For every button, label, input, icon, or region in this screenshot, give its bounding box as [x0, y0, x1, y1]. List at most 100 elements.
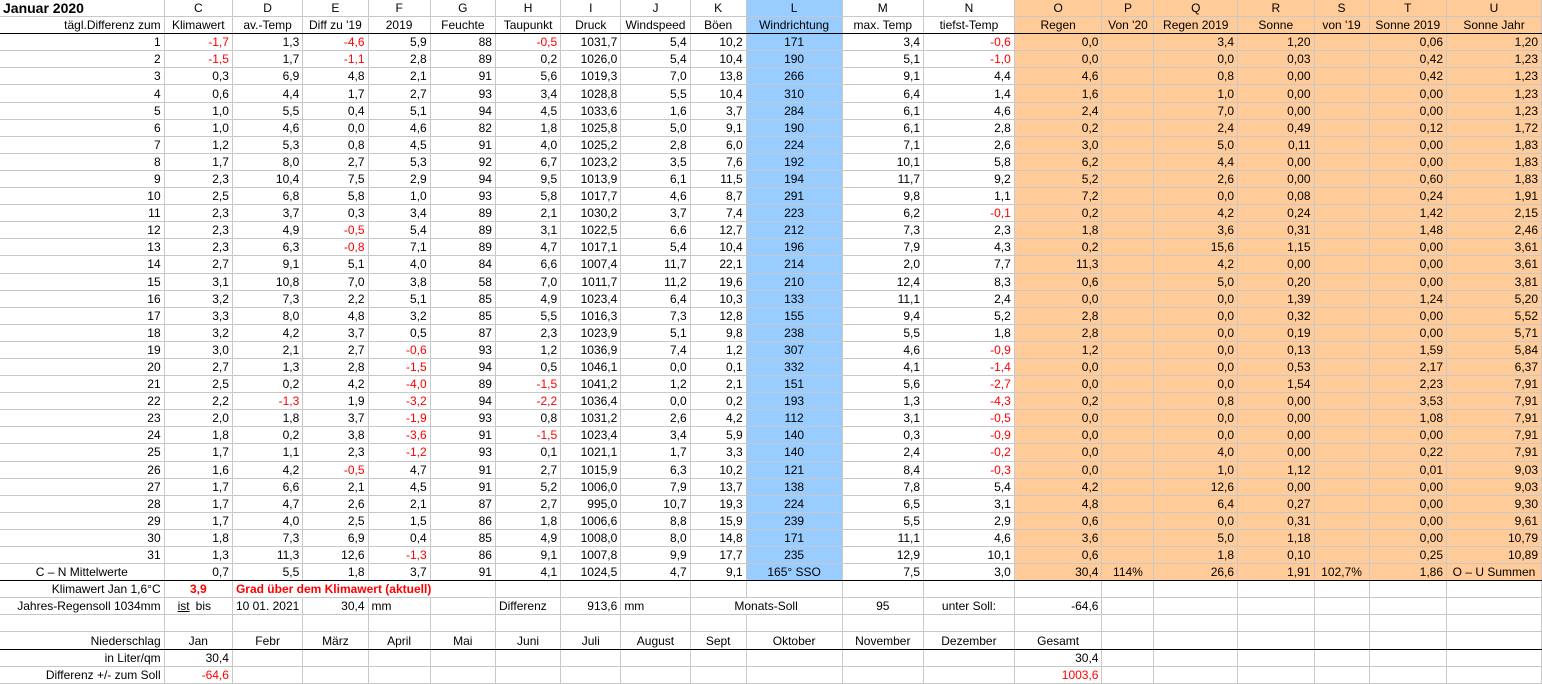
- data-cell[interactable]: 1,4: [923, 84, 1015, 103]
- data-cell[interactable]: 332: [746, 358, 843, 377]
- data-cell[interactable]: 7,3: [232, 529, 304, 548]
- data-cell[interactable]: 1,12: [1237, 461, 1315, 479]
- data-cell[interactable]: 1,0: [1153, 84, 1239, 103]
- data-cell[interactable]: 3,6: [1014, 529, 1103, 548]
- data-cell[interactable]: [1101, 187, 1155, 206]
- data-cell[interactable]: 3,4: [368, 204, 431, 223]
- data-cell[interactable]: 2,3: [164, 204, 233, 223]
- data-cell[interactable]: 5,6: [842, 375, 925, 394]
- data-cell[interactable]: 6,3: [620, 461, 691, 479]
- data-cell[interactable]: 1,2: [495, 341, 562, 359]
- data-cell[interactable]: 89: [430, 50, 496, 69]
- data-cell[interactable]: 4,2: [302, 375, 369, 394]
- day-number[interactable]: 4: [0, 84, 165, 103]
- month-header[interactable]: Oktober: [746, 631, 843, 650]
- data-cell[interactable]: 3,5: [620, 153, 691, 171]
- data-cell[interactable]: 2,6: [923, 136, 1015, 154]
- empty-cell[interactable]: [1101, 666, 1155, 684]
- data-cell[interactable]: [1314, 119, 1370, 137]
- data-cell[interactable]: 2,1: [368, 495, 431, 513]
- empty-cell[interactable]: [495, 666, 562, 684]
- data-cell[interactable]: 12,9: [842, 546, 925, 565]
- data-cell[interactable]: 2,8: [620, 136, 691, 154]
- data-cell[interactable]: 89: [430, 221, 496, 240]
- column-header[interactable]: Windrichtung: [746, 16, 843, 35]
- data-cell[interactable]: 0,5: [495, 358, 562, 377]
- data-cell[interactable]: 5,1: [368, 102, 431, 120]
- data-cell[interactable]: 5,5: [842, 512, 925, 530]
- data-cell[interactable]: 11,1: [842, 290, 925, 308]
- empty-cell[interactable]: [923, 580, 1015, 599]
- data-cell[interactable]: 2,1: [368, 67, 431, 86]
- data-cell[interactable]: 0,0: [1153, 375, 1239, 394]
- empty-cell[interactable]: [1446, 666, 1542, 684]
- day-number[interactable]: 26: [0, 461, 165, 479]
- empty-cell[interactable]: [1446, 597, 1542, 616]
- data-cell[interactable]: 6,9: [302, 529, 369, 548]
- column-letter[interactable]: K: [690, 0, 747, 18]
- data-cell[interactable]: 0,00: [1369, 153, 1448, 171]
- empty-cell[interactable]: [560, 580, 622, 599]
- data-cell[interactable]: 1022,5: [560, 221, 622, 240]
- average-cell[interactable]: 1024,5: [560, 563, 622, 582]
- data-cell[interactable]: 1023,2: [560, 153, 622, 171]
- data-cell[interactable]: [1101, 119, 1155, 137]
- data-cell[interactable]: 4,9: [495, 290, 562, 308]
- empty-cell[interactable]: [560, 649, 622, 667]
- data-cell[interactable]: 1028,8: [560, 84, 622, 103]
- data-cell[interactable]: 0,8: [302, 136, 369, 154]
- data-cell[interactable]: 89: [430, 238, 496, 257]
- data-cell[interactable]: 1,42: [1369, 204, 1448, 223]
- data-cell[interactable]: -0,5: [923, 409, 1015, 428]
- data-cell[interactable]: 0,2: [1014, 392, 1103, 411]
- empty-cell[interactable]: [1101, 597, 1155, 616]
- data-cell[interactable]: 0,0: [1014, 426, 1103, 445]
- data-cell[interactable]: 0,11: [1237, 136, 1315, 154]
- data-cell[interactable]: 3,7: [690, 102, 747, 120]
- data-cell[interactable]: 4,5: [495, 102, 562, 120]
- data-cell[interactable]: 1,23: [1446, 102, 1542, 120]
- month-header[interactable]: August: [620, 631, 691, 650]
- data-cell[interactable]: 1016,3: [560, 307, 622, 325]
- data-cell[interactable]: 1026,0: [560, 50, 622, 69]
- data-cell[interactable]: 9,61: [1446, 512, 1542, 530]
- day-number[interactable]: 23: [0, 409, 165, 428]
- data-cell[interactable]: 1,2: [620, 375, 691, 394]
- data-cell[interactable]: 5,3: [368, 153, 431, 171]
- data-cell[interactable]: 12,6: [302, 546, 369, 565]
- data-cell[interactable]: 6,2: [1014, 153, 1103, 171]
- day-number[interactable]: 3: [0, 67, 165, 86]
- data-cell[interactable]: 3,8: [368, 273, 431, 291]
- data-cell[interactable]: 7,2: [1014, 187, 1103, 206]
- data-cell[interactable]: 0,00: [1237, 426, 1315, 445]
- data-cell[interactable]: 0,0: [1153, 324, 1239, 342]
- data-cell[interactable]: 3,1: [164, 273, 233, 291]
- data-cell[interactable]: 9,9: [620, 546, 691, 565]
- data-cell[interactable]: 3,4: [495, 84, 562, 103]
- data-cell[interactable]: 7,4: [620, 341, 691, 359]
- data-cell[interactable]: 91: [430, 426, 496, 445]
- data-cell[interactable]: 0,1: [690, 358, 747, 377]
- data-cell[interactable]: 0,22: [1369, 443, 1448, 462]
- data-cell[interactable]: 1,0: [1153, 461, 1239, 479]
- data-cell[interactable]: 151: [746, 375, 843, 394]
- data-cell[interactable]: -0,6: [368, 341, 431, 359]
- data-cell[interactable]: 19,6: [690, 273, 747, 291]
- data-cell[interactable]: [1314, 50, 1370, 69]
- data-cell[interactable]: [1101, 102, 1155, 120]
- data-cell[interactable]: 4,6: [923, 102, 1015, 120]
- data-cell[interactable]: 7,4: [690, 204, 747, 223]
- data-cell[interactable]: 4,2: [232, 461, 304, 479]
- data-cell[interactable]: 2,9: [368, 170, 431, 189]
- empty-cell[interactable]: [620, 666, 691, 684]
- data-cell[interactable]: [1314, 392, 1370, 411]
- data-cell[interactable]: 4,2: [1153, 204, 1239, 223]
- average-cell[interactable]: 0,7: [164, 563, 233, 582]
- data-cell[interactable]: 11,1: [842, 529, 925, 548]
- column-letter[interactable]: I: [560, 0, 622, 18]
- empty-cell[interactable]: [1237, 649, 1315, 667]
- data-cell[interactable]: 92: [430, 153, 496, 171]
- differenz-soll-label[interactable]: Differenz +/- zum Soll: [0, 666, 165, 684]
- data-cell[interactable]: 4,6: [923, 529, 1015, 548]
- data-cell[interactable]: 223: [746, 204, 843, 223]
